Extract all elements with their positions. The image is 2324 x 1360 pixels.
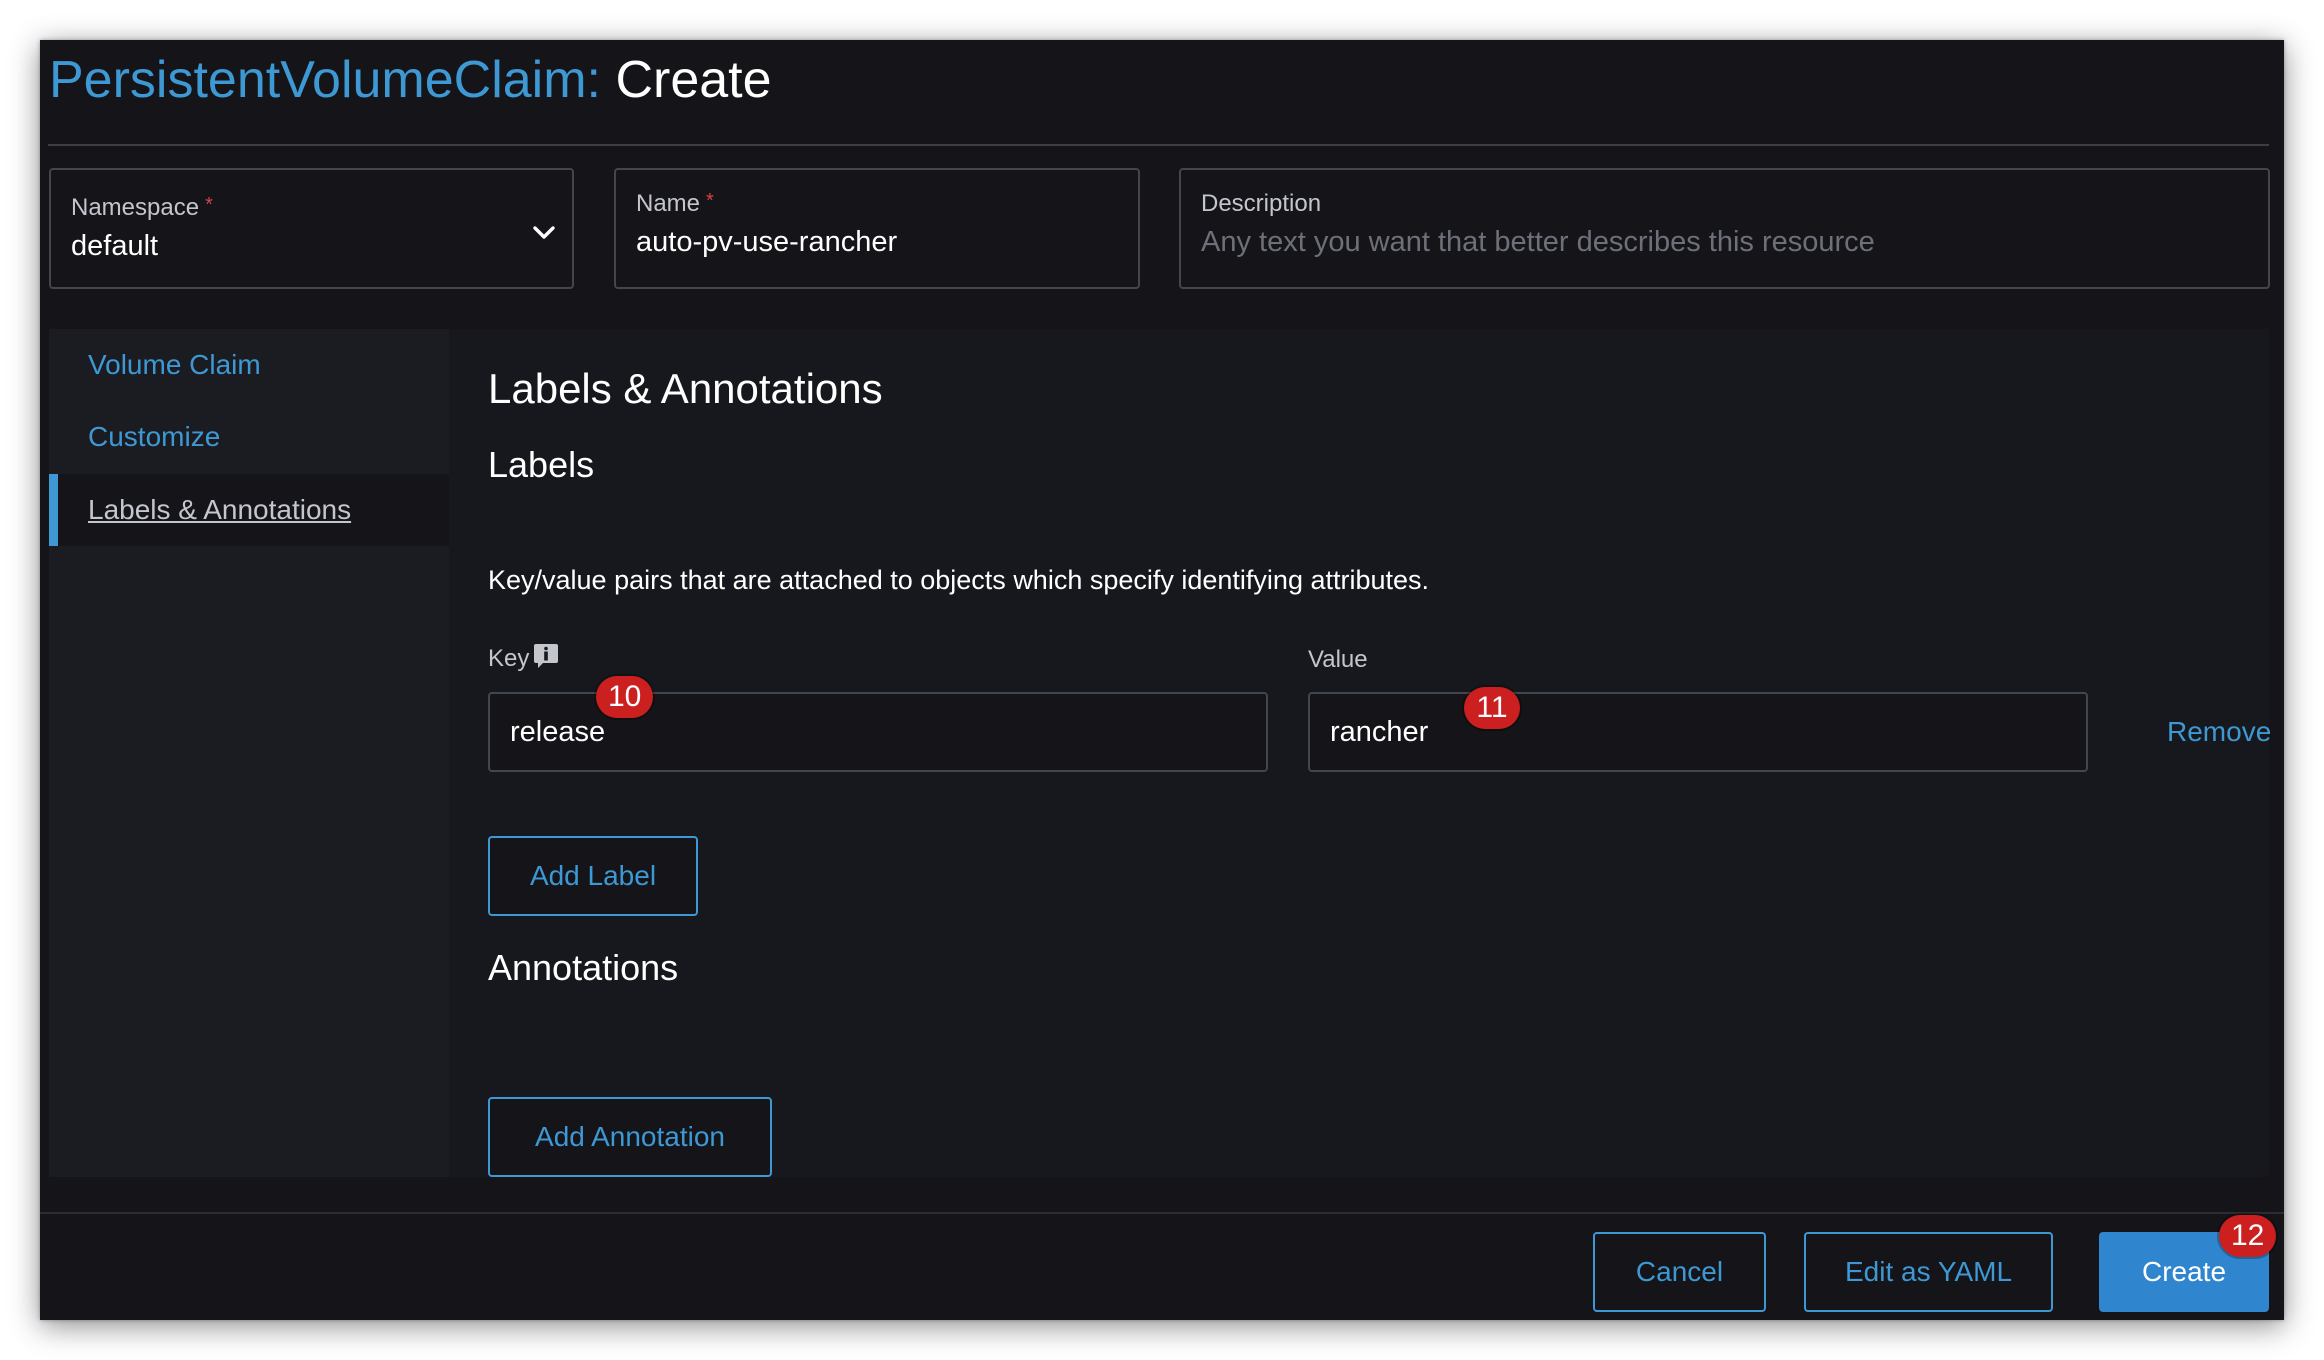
sidebar-item-labels-annotations[interactable]: Labels & Annotations bbox=[49, 474, 449, 546]
description-label: Description bbox=[1201, 190, 1322, 217]
name-value: auto-pv-use-rancher bbox=[636, 226, 898, 258]
sidebar: Volume Claim Customize Labels & Annotati… bbox=[49, 329, 449, 1177]
main-panel: Labels & Annotations Labels Key/value pa… bbox=[449, 329, 2271, 1177]
page-title-resource: PersistentVolumeClaim: bbox=[49, 51, 601, 109]
page-title-action: Create bbox=[615, 51, 772, 109]
value-column-label: Value bbox=[1308, 646, 1368, 673]
namespace-value: default bbox=[71, 230, 159, 262]
description-field[interactable]: Description Any text you want that bette… bbox=[1179, 168, 2270, 289]
namespace-select[interactable]: Namespace * default bbox=[49, 168, 574, 289]
annotation-badge-key: 10 bbox=[596, 676, 654, 718]
key-column-label: Key bbox=[488, 643, 559, 673]
sidebar-item-volume-claim[interactable]: Volume Claim bbox=[49, 329, 449, 401]
annotation-badge-create: 12 bbox=[2219, 1215, 2277, 1257]
name-field[interactable]: Name * auto-pv-use-rancher bbox=[614, 168, 1140, 289]
namespace-label: Namespace * bbox=[71, 194, 213, 221]
description-placeholder: Any text you want that better describes … bbox=[1201, 226, 1875, 258]
info-icon[interactable] bbox=[533, 643, 559, 669]
cancel-button[interactable]: Cancel bbox=[1593, 1232, 1766, 1312]
add-label-button[interactable]: Add Label bbox=[488, 836, 698, 916]
remove-label-link[interactable]: Remove bbox=[2167, 716, 2271, 748]
name-label: Name * bbox=[636, 190, 714, 217]
key-column-text: Key bbox=[488, 645, 530, 672]
page-title: PersistentVolumeClaim: Create bbox=[49, 50, 772, 110]
edit-yaml-button[interactable]: Edit as YAML bbox=[1804, 1232, 2053, 1312]
required-mark: * bbox=[706, 190, 714, 212]
labels-title: Labels bbox=[488, 444, 595, 485]
title-divider bbox=[48, 144, 2269, 146]
annotation-badge-value: 11 bbox=[1464, 687, 1520, 729]
annotations-title: Annotations bbox=[488, 947, 679, 988]
labels-description: Key/value pairs that are attached to obj… bbox=[488, 565, 1430, 595]
sidebar-item-customize[interactable]: Customize bbox=[49, 401, 449, 473]
footer-divider bbox=[40, 1212, 2284, 1214]
chevron-down-icon[interactable] bbox=[530, 224, 558, 242]
required-mark: * bbox=[205, 194, 213, 216]
section-title: Labels & Annotations bbox=[488, 365, 883, 412]
label-value-input[interactable]: rancher bbox=[1308, 692, 2088, 772]
add-annotation-button[interactable]: Add Annotation bbox=[488, 1097, 772, 1177]
create-pvc-window: PersistentVolumeClaim: Create Namespace *… bbox=[40, 40, 2284, 1320]
